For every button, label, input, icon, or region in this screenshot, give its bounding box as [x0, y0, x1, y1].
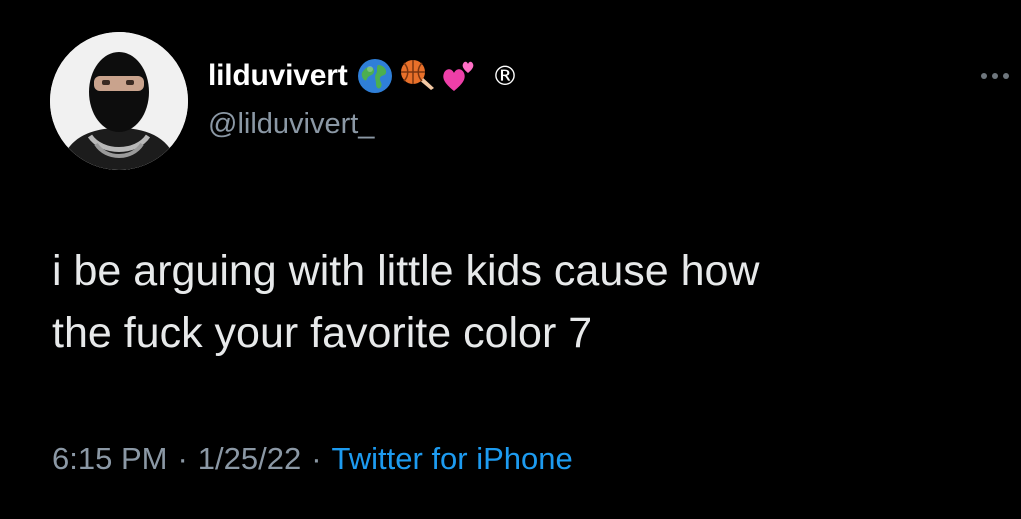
author-handle[interactable]: @lilduvivert_ [208, 108, 374, 141]
globe-icon [356, 57, 394, 95]
tweet-source-link[interactable]: Twitter for iPhone [332, 441, 573, 477]
basketball-icon [398, 57, 436, 95]
name-badges [356, 57, 478, 95]
tweet-meta: 6:15 PM · 1/25/22 · Twitter for iPhone [52, 441, 573, 477]
separator: · [311, 441, 322, 476]
tweet-time[interactable]: 6:15 PM [52, 441, 167, 477]
display-name[interactable]: lilduvivert [208, 59, 348, 93]
separator: · [177, 441, 188, 476]
more-options-icon[interactable] [973, 66, 1021, 86]
avatar[interactable] [50, 32, 188, 170]
hearts-icon [440, 57, 478, 95]
tweet-text: i be arguing with little kids cause how … [52, 247, 760, 357]
author-name-row: lilduvivert ® [208, 52, 519, 100]
registered-mark: ® [491, 60, 519, 92]
tweet-card: lilduvivert ® @lilduvivert_ i be arguing… [0, 0, 1021, 519]
tweet-date[interactable]: 1/25/22 [198, 441, 301, 477]
